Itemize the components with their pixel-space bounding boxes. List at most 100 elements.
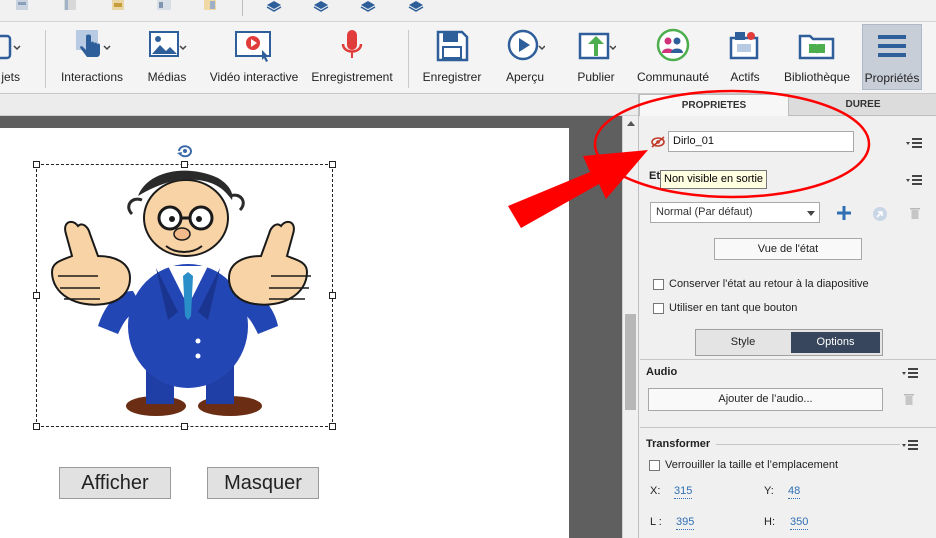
ribbon-separator [408, 30, 409, 88]
visibility-tooltip: Non visible en sortie [660, 170, 768, 189]
visibility-hidden-icon[interactable] [650, 136, 666, 148]
ribbon-properties[interactable]: Propriétés [862, 24, 922, 90]
resize-handle-e[interactable] [329, 292, 336, 299]
ribbon-recording[interactable]: Enregistrement [308, 22, 396, 94]
ribbon-publish[interactable]: Publier [564, 22, 628, 94]
state-select-value: Normal (Par défaut) [656, 206, 753, 218]
ribbon-interactive-video[interactable]: Vidéo interactive [208, 22, 300, 94]
height-value[interactable]: 350 [790, 516, 809, 530]
media-image-icon [149, 31, 187, 57]
layers-icon-1[interactable] [266, 0, 282, 13]
resize-handle-ne[interactable] [329, 161, 336, 168]
delete-state-icon[interactable] [910, 207, 920, 219]
resize-handle-n[interactable] [181, 161, 188, 168]
segment-options[interactable]: Options [791, 332, 880, 353]
state-edit-icon[interactable] [872, 206, 888, 222]
ribbon-objects[interactable]: jets [0, 22, 24, 94]
ribbon-interactions[interactable]: Interactions [56, 22, 128, 94]
state-menu-icon[interactable] [906, 175, 922, 187]
chevron-down-icon [807, 211, 815, 216]
ribbon-save[interactable]: Enregistrer [418, 22, 486, 94]
layers-icon-2[interactable] [313, 0, 329, 13]
y-value[interactable]: 48 [788, 485, 801, 499]
tab-duration[interactable]: DUREE [789, 94, 936, 116]
lock-size-label: Verrouiller la taille et l’emplacement [665, 459, 839, 471]
section-divider [640, 427, 936, 428]
objects-icon [0, 34, 21, 60]
width-value[interactable]: 395 [676, 516, 695, 530]
keep-state-label: Conserver l'état au retour à la diaposit… [669, 278, 869, 290]
resize-handle-se[interactable] [329, 423, 336, 430]
ribbon-community[interactable]: Communauté [636, 22, 710, 94]
ribbon-label: jets [1, 70, 20, 84]
use-as-button-checkbox[interactable] [653, 303, 664, 314]
object-name-input[interactable]: Dirlo_01 [668, 131, 854, 152]
secondary-toolbar [0, 0, 936, 22]
tab-properties[interactable]: PROPRIETES [639, 94, 789, 116]
add-state-icon[interactable] [837, 206, 851, 220]
toolbar-icon-1[interactable] [14, 0, 30, 13]
app-window: jets Interactions Médias Vidéo interacti… [0, 0, 936, 538]
ribbon-library[interactable]: Bibliothèque [780, 22, 854, 94]
name-menu-icon[interactable] [906, 138, 922, 150]
resize-handle-w[interactable] [33, 292, 40, 299]
keep-state-checkbox[interactable] [653, 279, 664, 290]
resize-handle-sw[interactable] [33, 423, 40, 430]
transform-menu-icon[interactable] [902, 440, 918, 452]
segment-style[interactable]: Style [696, 330, 790, 355]
layers-icon-3[interactable] [360, 0, 376, 13]
microphone-icon [341, 30, 363, 58]
ribbon-preview[interactable]: Aperçu [494, 22, 556, 94]
ribbon-label: Communauté [636, 70, 710, 84]
selection-box[interactable] [36, 164, 333, 427]
layers-icon-4[interactable] [408, 0, 424, 13]
scroll-thumb[interactable] [625, 314, 636, 410]
x-label: X: [650, 485, 661, 497]
toolbar-icon-5[interactable] [202, 0, 218, 13]
width-label: L : [650, 516, 662, 528]
ribbon-label: Aperçu [505, 70, 545, 84]
lock-size-checkbox[interactable] [649, 460, 660, 471]
interactive-video-icon [235, 31, 271, 62]
panel-tabs: PROPRIETES DUREE [639, 94, 936, 116]
properties-list-icon [878, 35, 906, 57]
ribbon-label: Actifs [730, 70, 760, 84]
delete-audio-icon[interactable] [904, 393, 914, 405]
interactions-hand-icon [76, 30, 111, 57]
toolbar-icon-2[interactable] [62, 0, 78, 13]
ribbon-media[interactable]: Médias [135, 22, 199, 94]
ribbon-separator [45, 30, 46, 88]
main-ribbon: jets Interactions Médias Vidéo interacti… [0, 22, 936, 94]
transform-title-rule [716, 444, 900, 445]
stage-vertical-scrollbar[interactable] [622, 116, 638, 538]
community-icon [656, 28, 690, 62]
scroll-up-arrow-icon[interactable] [627, 121, 635, 126]
state-view-button[interactable]: Vue de l'état [714, 238, 862, 260]
ribbon-label: Enregistrement [311, 70, 393, 84]
ribbon-label: Médias [147, 70, 187, 84]
show-button[interactable]: Afficher [59, 467, 171, 499]
properties-panel: PROPRIETES DUREE [638, 94, 936, 538]
publish-icon [578, 32, 616, 60]
state-section-title: Et [649, 170, 660, 182]
preview-play-icon [507, 29, 545, 61]
ribbon-assets[interactable]: Actifs [718, 22, 772, 94]
ribbon-label: Interactions [60, 70, 124, 84]
rotate-handle-icon[interactable] [176, 144, 194, 158]
transform-section-title: Transformer [646, 438, 711, 450]
save-disk-icon [436, 30, 469, 62]
state-select[interactable]: Normal (Par défaut) [650, 202, 820, 223]
ribbon-label: Enregistrer [422, 70, 482, 84]
audio-menu-icon[interactable] [902, 368, 918, 380]
resize-handle-s[interactable] [181, 423, 188, 430]
resize-handle-nw[interactable] [33, 161, 40, 168]
toolbar-separator [242, 0, 243, 16]
ribbon-label: Propriétés [864, 71, 920, 85]
x-value[interactable]: 315 [674, 485, 693, 499]
toolbar-icon-4[interactable] [156, 0, 172, 13]
hide-button[interactable]: Masquer [207, 467, 319, 499]
y-label: Y: [764, 485, 774, 497]
toolbar-icon-3[interactable] [110, 0, 126, 13]
add-audio-button[interactable]: Ajouter de l’audio... [648, 388, 883, 411]
ribbon-label: Bibliothèque [783, 70, 851, 84]
